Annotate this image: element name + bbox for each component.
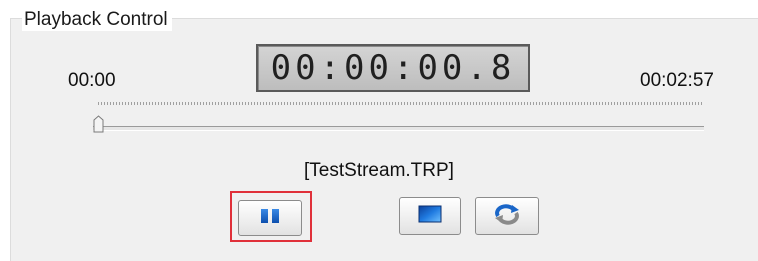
repeat-icon (490, 202, 524, 231)
stop-button[interactable] (399, 197, 461, 235)
pause-button[interactable] (238, 200, 302, 236)
start-time-label: 00:00 (68, 70, 116, 91)
end-time-label: 00:02:57 (640, 70, 714, 91)
stop-icon (417, 204, 443, 229)
seek-slider-track[interactable] (93, 126, 704, 131)
loop-button[interactable] (475, 197, 539, 235)
time-display-text: 00:00:00.8 (270, 48, 516, 88)
pause-icon (259, 208, 281, 229)
file-name-label: [TestStream.TRP] (304, 160, 454, 181)
group-title: Playback Control (22, 9, 172, 31)
seek-tick-marks (98, 102, 702, 105)
seek-slider-thumb[interactable] (93, 115, 104, 133)
time-display: 00:00:00.8 (256, 44, 530, 92)
